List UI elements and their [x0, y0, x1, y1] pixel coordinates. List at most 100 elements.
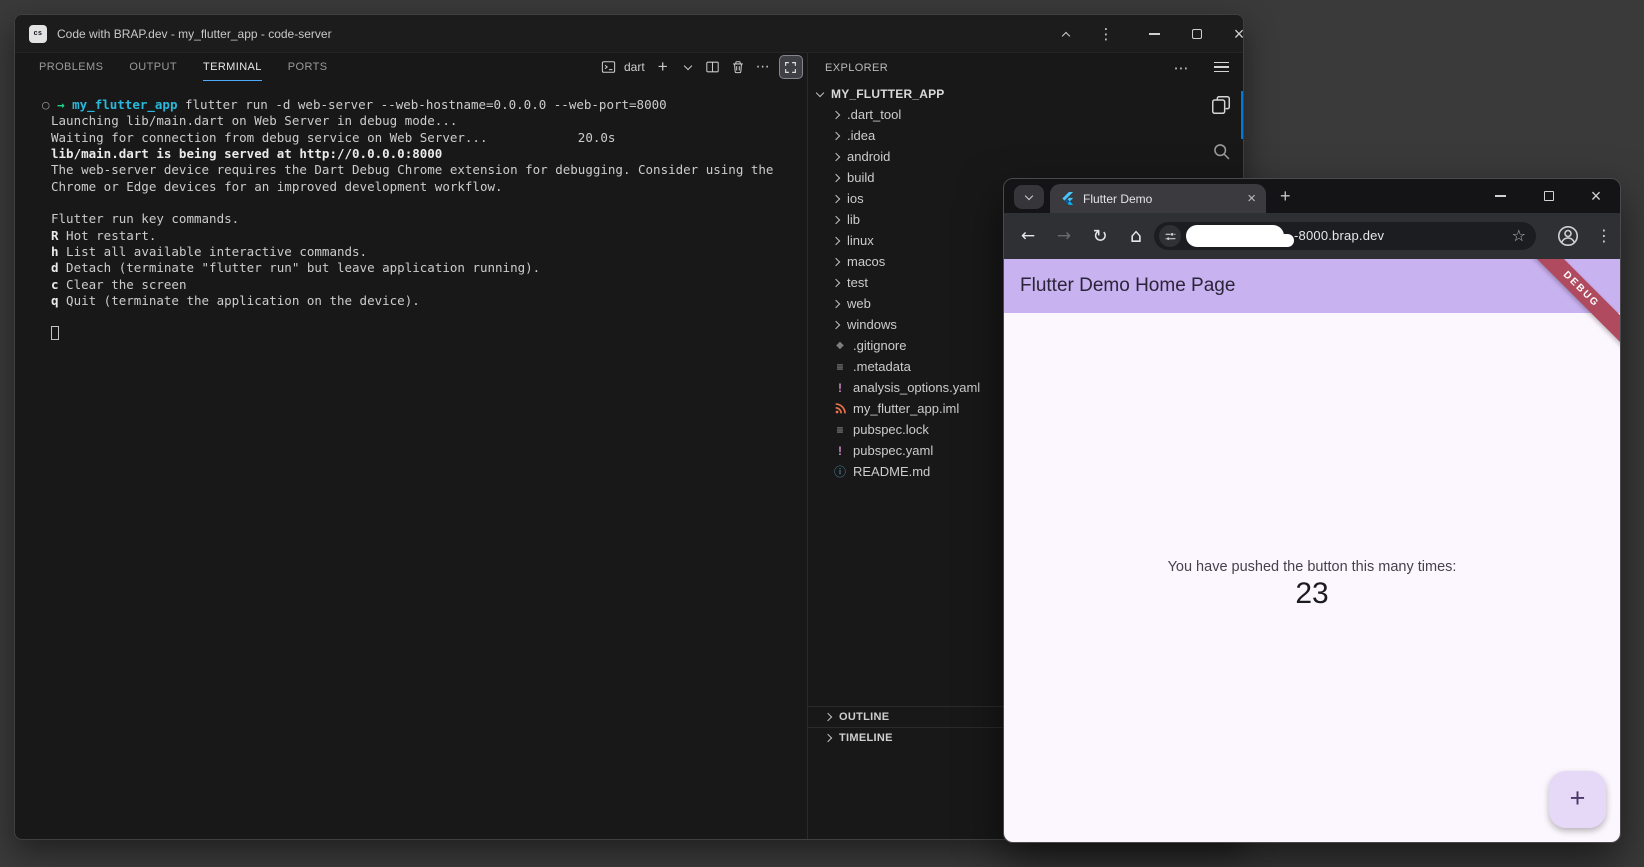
- tab-search-button[interactable]: [1014, 185, 1044, 209]
- flutter-appbar: Flutter Demo Home Page: [1004, 259, 1620, 313]
- metadata-lines-icon: ≡: [833, 360, 847, 374]
- panel-tab-terminal[interactable]: TERMINAL: [203, 53, 262, 81]
- chevron-right-icon: [832, 278, 840, 286]
- url-redaction-blob-2: [1240, 234, 1294, 247]
- new-terminal-button[interactable]: +: [654, 56, 672, 78]
- terminal-toolbar: dart + ⋯ ×: [599, 53, 828, 81]
- terminal-line: [51, 195, 807, 211]
- browser-tab[interactable]: Flutter Demo ×: [1050, 184, 1266, 213]
- terminal-line: [51, 309, 807, 325]
- site-settings-icon[interactable]: [1159, 225, 1181, 247]
- metadata-lines-icon: ≡: [833, 423, 847, 437]
- browser-window: Flutter Demo × + × ← → ↻ ⌂ -8000.brap.de…: [1003, 178, 1621, 843]
- address-bar[interactable]: -8000.brap.dev ☆: [1154, 222, 1536, 250]
- chevron-right-icon: [832, 131, 840, 139]
- browser-minimize-button[interactable]: [1485, 179, 1515, 213]
- chevron-right-icon: [832, 110, 840, 118]
- panel-tab-output[interactable]: OUTPUT: [129, 53, 177, 81]
- chevron-right-icon: [824, 713, 832, 721]
- chevron-right-icon: [832, 320, 840, 328]
- tab-close-icon[interactable]: ×: [1247, 190, 1256, 207]
- terminal-line: lib/main.dart is being served at http://…: [51, 146, 807, 162]
- chevron-right-icon: [832, 236, 840, 244]
- kebab-menu-icon[interactable]: ⋮: [1091, 15, 1121, 53]
- browser-maximize-button[interactable]: [1534, 179, 1564, 213]
- terminal-line: [51, 326, 807, 342]
- tab-title: Flutter Demo: [1083, 192, 1247, 206]
- url-text: -8000.brap.dev: [1294, 222, 1384, 250]
- terminal-line: Flutter run key commands.: [51, 211, 807, 227]
- panel-tab-ports[interactable]: PORTS: [288, 53, 328, 81]
- chevron-right-icon: [832, 299, 840, 307]
- maximize-button[interactable]: [1182, 15, 1212, 53]
- code-server-logo-icon: cs: [29, 25, 47, 43]
- tree-folder-dart_tool[interactable]: .dart_tool: [808, 104, 1201, 125]
- more-actions-icon[interactable]: ⋯: [754, 56, 772, 78]
- terminal-shell-icon: [599, 56, 617, 78]
- split-terminal-button[interactable]: [704, 56, 722, 78]
- increment-fab[interactable]: +: [1549, 771, 1606, 828]
- terminal-line: The web-server device requires the Dart …: [51, 162, 807, 178]
- shell-name[interactable]: dart: [624, 60, 645, 74]
- tree-root-my_flutter_app[interactable]: MY_FLUTTER_APP: [808, 83, 1201, 104]
- minimize-button[interactable]: [1139, 15, 1169, 53]
- browser-menu-icon[interactable]: ⋮: [1596, 224, 1612, 248]
- search-activity-icon[interactable]: [1199, 137, 1243, 165]
- panel-tab-bar: PROBLEMS OUTPUT TERMINAL PORTS: [39, 53, 328, 81]
- chevron-down-icon: [816, 88, 824, 96]
- add-icon: +: [1570, 783, 1586, 814]
- vscode-titlebar: cs Code with BRAP.dev - my_flutter_app -…: [15, 15, 1243, 53]
- home-icon[interactable]: ⌂: [1124, 224, 1148, 248]
- back-icon[interactable]: ←: [1016, 224, 1040, 248]
- window-title: Code with BRAP.dev - my_flutter_app - co…: [57, 27, 332, 41]
- menu-hamburger-icon[interactable]: [1199, 53, 1243, 81]
- terminal-line: Launching lib/main.dart on Web Server in…: [51, 113, 807, 129]
- appbar-title: Flutter Demo Home Page: [1020, 275, 1235, 297]
- forward-icon[interactable]: →: [1052, 224, 1076, 248]
- git-diamond-icon: ◆: [833, 340, 847, 351]
- terminal-cursor: [51, 326, 59, 340]
- terminal-dropdown-chevron[interactable]: [679, 56, 697, 78]
- chevron-up-icon[interactable]: [1051, 15, 1081, 53]
- desktop: cs Code with BRAP.dev - my_flutter_app -…: [0, 0, 1644, 867]
- terminal-line: Waiting for connection from debug servic…: [51, 130, 807, 146]
- profile-icon[interactable]: [1556, 224, 1580, 248]
- counter-label: You have pushed the button this many tim…: [1004, 559, 1620, 575]
- kill-terminal-button[interactable]: [729, 56, 747, 78]
- flutter-logo-icon: [1060, 191, 1075, 206]
- yaml-bang-icon: !: [833, 444, 847, 458]
- tree-folder-idea[interactable]: .idea: [808, 125, 1201, 146]
- browser-tabstrip: Flutter Demo × + ×: [1004, 179, 1620, 213]
- reload-icon[interactable]: ↻: [1088, 224, 1112, 248]
- terminal-line: d Detach (terminate "flutter run" but le…: [51, 260, 807, 276]
- flutter-app-viewport: Flutter Demo Home Page DEBUG You have pu…: [1004, 259, 1620, 842]
- tree-folder-android[interactable]: android: [808, 146, 1201, 167]
- maximize-panel-button[interactable]: [779, 55, 803, 79]
- chevron-right-icon: [832, 194, 840, 202]
- bookmark-star-icon[interactable]: ☆: [1512, 222, 1526, 250]
- explorer-more-actions-icon[interactable]: ⋯: [1174, 59, 1189, 77]
- terminal-line: q Quit (terminate the application on the…: [51, 293, 807, 309]
- chevron-right-icon: [832, 173, 840, 181]
- active-view-indicator: [1241, 91, 1243, 139]
- new-tab-button[interactable]: +: [1280, 179, 1291, 213]
- terminal-line: R Hot restart.: [51, 228, 807, 244]
- terminal-line: c Clear the screen: [51, 277, 807, 293]
- panel-tab-problems[interactable]: PROBLEMS: [39, 53, 103, 81]
- chevron-right-icon: [832, 257, 840, 265]
- counter-value: 23: [1004, 577, 1620, 611]
- terminal-line: h List all available interactive command…: [51, 244, 807, 260]
- close-button[interactable]: ×: [1224, 15, 1244, 53]
- chevron-right-icon: [824, 734, 832, 742]
- browser-toolbar: ← → ↻ ⌂ -8000.brap.dev ☆ ⋮: [1004, 213, 1620, 259]
- chevron-right-icon: [832, 152, 840, 160]
- readme-info-icon: ⓘ: [833, 463, 847, 480]
- explorer-activity-icon[interactable]: [1199, 91, 1243, 119]
- browser-close-button[interactable]: ×: [1581, 179, 1611, 213]
- terminal-output[interactable]: ○ → my_flutter_app flutter run -d web-se…: [37, 97, 807, 342]
- iml-feed-icon: [833, 403, 847, 414]
- explorer-title: EXPLORER: [825, 62, 888, 74]
- terminal-line: Chrome or Edge devices for an improved d…: [51, 179, 807, 195]
- yaml-bang-icon: !: [833, 381, 847, 395]
- chevron-right-icon: [832, 215, 840, 223]
